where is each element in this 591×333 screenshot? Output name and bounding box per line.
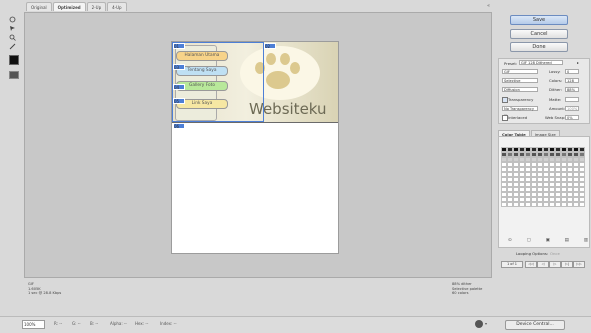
optimized-image-preview: Halaman Utama Tentang Saya Gallery Foto … — [171, 41, 339, 254]
alpha-readout: Alpha: -- — [110, 321, 127, 326]
optimize-settings-panel: Preset: GIF 128 Dithered ▸ GIF Lossy: 0 … — [498, 58, 590, 124]
slice-label[interactable]: 02 — [264, 43, 276, 49]
panel-menu-icon[interactable]: ▸ — [577, 60, 579, 65]
transparency-label: Transparency — [508, 97, 534, 102]
animation-panel: Looping Options: Once 1 of 1 ◁◁ ◁ ▷ ▷| ▷… — [498, 249, 588, 268]
tab-original[interactable]: Original — [26, 2, 52, 11]
lossy-label: Lossy: — [549, 69, 561, 74]
dither-algorithm-select[interactable]: Diffusion — [502, 87, 538, 92]
color-reduction-select[interactable]: Selective — [502, 78, 538, 83]
zoom-tool[interactable] — [8, 33, 17, 41]
slice-label[interactable]: 05 — [173, 98, 185, 104]
lock-color-icon[interactable]: ▣ — [546, 238, 550, 243]
slice-label[interactable]: 06 — [173, 123, 185, 129]
amount-field[interactable]: 100% — [565, 106, 579, 111]
colors-label: Colors: — [549, 78, 563, 83]
web-snap-field[interactable]: 0% — [565, 115, 579, 120]
lossy-field[interactable]: 0 — [565, 69, 579, 74]
blue-readout: B: -- — [90, 321, 99, 326]
preset-label: Preset: — [504, 61, 518, 66]
dither-field[interactable]: 88% — [565, 87, 579, 92]
web-shift-icon[interactable]: ▢ — [527, 238, 531, 243]
red-readout: R: -- — [54, 321, 63, 326]
dither-label: Dither: — [549, 87, 562, 92]
slice-label[interactable]: 04 — [173, 84, 185, 90]
eyedropper-tool[interactable] — [8, 42, 17, 50]
header-banner: Halaman Utama Tentang Saya Gallery Foto … — [172, 42, 338, 123]
hand-tool[interactable] — [8, 15, 17, 23]
eyedropper-color-swatch[interactable] — [9, 55, 19, 65]
previous-frame-button[interactable]: ◁ — [537, 261, 549, 268]
looping-select[interactable]: Once — [550, 251, 560, 256]
color-count: 60 colors — [452, 291, 469, 296]
matte-field[interactable] — [565, 97, 579, 102]
looping-label: Looping Options: — [516, 251, 549, 256]
play-button[interactable]: ▷ — [549, 261, 561, 268]
optimization-info: GIF 1.605K 1 sec @ 28.8 Kbps — [28, 282, 61, 296]
frame-counter: 1 of 1 — [501, 261, 523, 268]
amount-label: Amount: — [549, 106, 566, 111]
new-color-icon[interactable]: ▤ — [565, 238, 569, 243]
matte-label: Matte: — [549, 97, 562, 102]
slice-outline[interactable] — [172, 42, 264, 122]
green-readout: G: -- — [72, 321, 81, 326]
color-swatch[interactable] — [579, 202, 585, 207]
file-format-select[interactable]: GIF — [502, 69, 538, 74]
tab-4-up[interactable]: 4-Up — [107, 2, 127, 11]
tab-2-up[interactable]: 2-Up — [86, 2, 107, 11]
map-color-icon[interactable]: ⊙ — [508, 238, 512, 243]
color-swatch-grid — [501, 147, 585, 207]
last-frame-button[interactable]: ▷▷ — [573, 261, 585, 268]
color-table-toolbar: ⊙ ▢ ▣ ▤ ▥ — [508, 238, 588, 243]
view-tabs: Original Optimized 2-Up 4-Up — [26, 2, 127, 11]
save-button[interactable]: Save — [510, 15, 568, 25]
eyedropper-icon — [9, 43, 16, 49]
next-frame-button[interactable]: ▷| — [561, 261, 573, 268]
bottom-status-bar: 100% R: -- G: -- B: -- Alpha: -- Hex: --… — [0, 316, 591, 333]
download-time: 1 sec @ 28.8 Kbps — [28, 291, 62, 296]
toggle-slices-visibility-icon[interactable] — [9, 71, 19, 79]
done-button[interactable]: Done — [510, 42, 568, 52]
hand-icon — [9, 16, 16, 22]
hex-readout: Hex: -- — [135, 321, 149, 326]
zoom-icon — [9, 34, 16, 41]
colors-field[interactable]: 128 — [565, 78, 579, 83]
preset-select[interactable]: GIF 128 Dithered — [519, 60, 563, 65]
index-readout: Index: -- — [160, 321, 177, 326]
web-snap-label: Web Snap: — [545, 115, 566, 120]
slice-select-tool[interactable] — [8, 24, 17, 32]
cancel-button[interactable]: Cancel — [510, 29, 568, 39]
collapse-icon[interactable]: « — [487, 3, 490, 9]
tool-palette — [8, 15, 19, 51]
slice-label[interactable]: 03 — [173, 64, 185, 70]
transparency-dither-select[interactable]: No Transparency ... — [502, 106, 538, 116]
interlaced-label: Interlaced — [508, 115, 528, 120]
browser-menu-icon[interactable]: ▾ — [485, 321, 487, 326]
device-central-button[interactable]: Device Central... — [505, 320, 565, 330]
first-frame-button[interactable]: ◁◁ — [525, 261, 537, 268]
slice-label[interactable]: 01 — [173, 43, 185, 49]
delete-color-icon[interactable]: ▥ — [584, 238, 588, 243]
preview-in-browser-icon[interactable] — [475, 320, 483, 328]
slice-select-icon — [10, 25, 15, 31]
optimization-details: 88% dither Selective palette 60 colors — [452, 282, 482, 296]
tab-optimized[interactable]: Optimized — [52, 2, 86, 11]
zoom-select[interactable]: 100% — [22, 320, 45, 329]
